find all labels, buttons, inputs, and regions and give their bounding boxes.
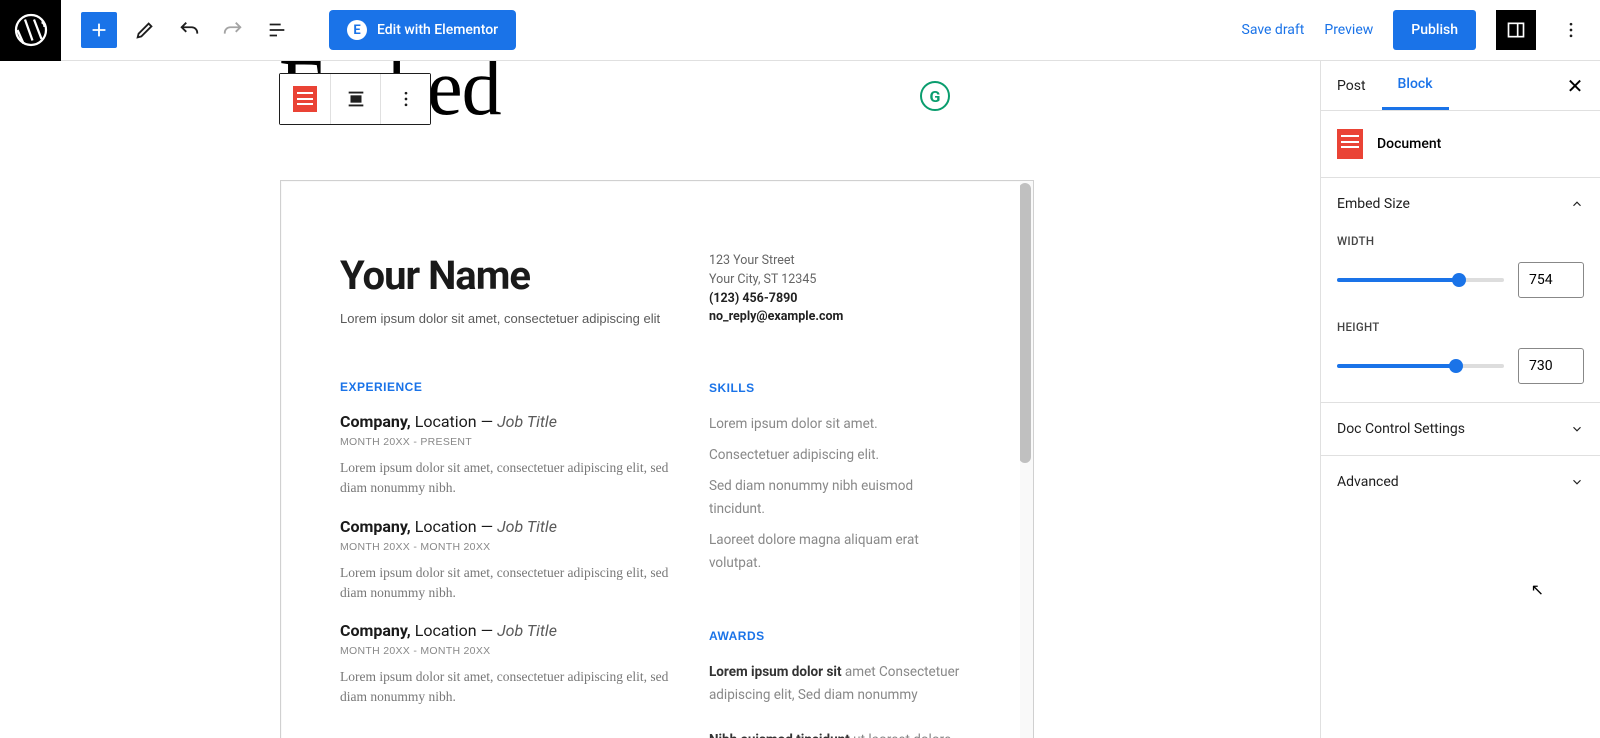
tab-block[interactable]: Block [1382, 61, 1449, 110]
redo-button[interactable] [211, 8, 255, 52]
elementor-label: Edit with Elementor [377, 22, 498, 38]
block-type-panel: Document [1321, 111, 1600, 178]
embed-size-header[interactable]: Embed Size [1337, 196, 1584, 212]
publish-button[interactable]: Publish [1393, 10, 1476, 50]
settings-sidebar: Post Block ✕ Document Embed Size WIDTH [1320, 61, 1600, 738]
experience-item: Company, Location — Job Title MONTH 20XX… [340, 621, 669, 708]
elementor-icon: E [347, 20, 367, 40]
editor-canvas[interactable]: Embed G Your Name Lorem ipsum dolor sit … [0, 61, 1320, 738]
experience-item: Company, Location — Job Title MONTH 20XX… [340, 517, 669, 604]
doc-control-panel[interactable]: Doc Control Settings [1321, 403, 1600, 456]
left-tools [61, 8, 299, 52]
height-input[interactable] [1518, 348, 1584, 384]
sidebar-tabs: Post Block ✕ [1321, 61, 1600, 111]
chevron-down-icon [1570, 422, 1584, 436]
width-label: WIDTH [1337, 234, 1584, 248]
height-label: HEIGHT [1337, 320, 1584, 334]
document-outline-button[interactable] [255, 8, 299, 52]
block-align-button[interactable] [330, 74, 380, 124]
section-skills: SKILLS [709, 381, 962, 395]
chevron-up-icon [1570, 197, 1584, 211]
block-type-button[interactable] [280, 74, 330, 124]
width-slider[interactable] [1337, 278, 1504, 282]
embed-scrollbar[interactable] [1019, 183, 1031, 463]
width-input[interactable] [1518, 262, 1584, 298]
grammarly-icon[interactable]: G [920, 81, 950, 111]
block-more-button[interactable] [380, 74, 430, 124]
save-draft-button[interactable]: Save draft [1242, 22, 1305, 38]
section-awards: AWARDS [709, 629, 962, 643]
add-block-button[interactable] [81, 12, 117, 48]
experience-item: Company, Location — Job Title MONTH 20XX… [340, 412, 669, 499]
right-tools: Save draft Preview Publish [1242, 10, 1600, 50]
close-sidebar-button[interactable]: ✕ [1550, 61, 1600, 110]
sidebar-toggle-button[interactable] [1496, 10, 1536, 50]
advanced-panel[interactable]: Advanced [1321, 456, 1600, 508]
wordpress-logo[interactable] [0, 0, 61, 61]
document-page: Your Name Lorem ipsum dolor sit amet, co… [282, 182, 1020, 738]
skills-text: Lorem ipsum dolor sit amet.Consectetuer … [709, 413, 962, 575]
embed-size-panel: Embed Size WIDTH HEIGHT [1321, 178, 1600, 403]
height-slider[interactable] [1337, 364, 1504, 368]
block-toolbar [279, 73, 431, 125]
undo-button[interactable] [167, 8, 211, 52]
tab-post[interactable]: Post [1321, 61, 1382, 110]
resume-name: Your Name [340, 252, 669, 299]
edit-with-elementor-button[interactable]: E Edit with Elementor [329, 10, 516, 50]
options-menu-button[interactable] [1556, 10, 1586, 50]
document-icon [293, 86, 317, 112]
document-icon [1337, 129, 1363, 159]
chevron-down-icon [1570, 475, 1584, 489]
block-type-label: Document [1377, 136, 1441, 152]
awards-text: Lorem ipsum dolor sit amet Consectetuer … [709, 661, 962, 738]
editor-topbar: E Edit with Elementor Save draft Preview… [0, 0, 1600, 61]
resume-contact: 123 Your Street Your City, ST 12345 (123… [709, 252, 962, 327]
cursor-icon: ↖ [1531, 580, 1544, 599]
document-embed-block[interactable]: Your Name Lorem ipsum dolor sit amet, co… [280, 180, 1034, 738]
section-experience: EXPERIENCE [340, 380, 669, 394]
preview-button[interactable]: Preview [1324, 22, 1373, 38]
resume-tagline: Lorem ipsum dolor sit amet, consectetuer… [340, 311, 669, 326]
edit-icon[interactable] [123, 8, 167, 52]
